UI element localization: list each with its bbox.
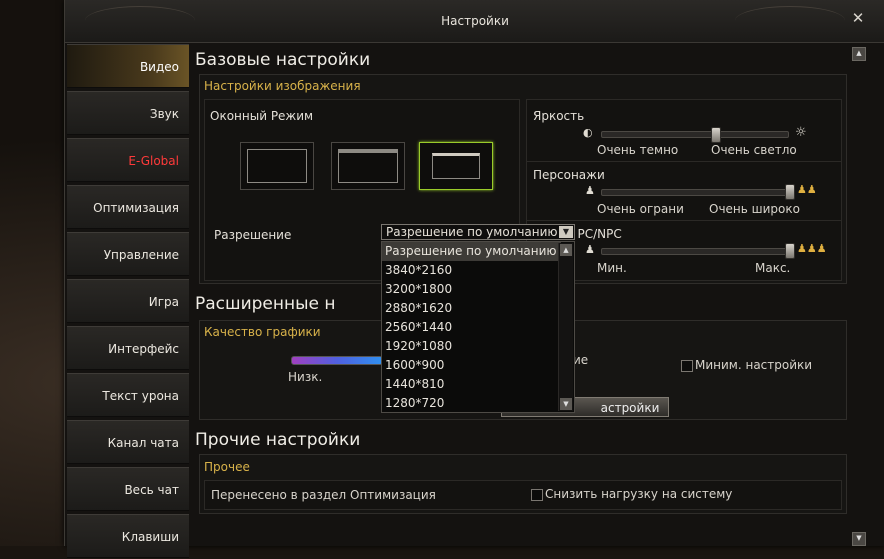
quality-slider[interactable] [291, 356, 383, 365]
quality-low-label: Низк. [288, 370, 323, 384]
brightness-slider[interactable] [601, 131, 789, 138]
tab-sound[interactable]: Звук [67, 91, 189, 135]
tab-interface[interactable]: Интерфейс [67, 326, 189, 370]
advanced-settings-title: Расширенные н [195, 294, 336, 314]
tab-keys[interactable]: Клавиши [67, 514, 189, 558]
fullscreen-mode-button[interactable] [240, 142, 314, 190]
scroll-down-icon[interactable]: ▼ [560, 398, 572, 410]
other-group-label: Прочее [204, 460, 250, 474]
settings-window: Настройки ✕ Видео Звук E-Global Оптимиза… [64, 0, 884, 558]
crowd-icon: ♟♟♟ [797, 242, 827, 255]
other-group: Прочее Перенесено в раздел Оптимизация С… [199, 454, 847, 514]
tab-all-chat[interactable]: Весь чат [67, 467, 189, 511]
other-row: Перенесено в раздел Оптимизация Снизить … [204, 480, 842, 510]
chevron-down-icon[interactable]: ▼ [559, 226, 573, 238]
custom-quality-label: ие [573, 353, 589, 367]
person-small-icon: ♟ [585, 184, 595, 197]
tab-optimization[interactable]: Оптимизация [67, 185, 189, 229]
characters-slider[interactable] [601, 189, 793, 196]
other-settings-title: Прочие настройки [195, 430, 361, 450]
windowed-fullscreen-mode-button[interactable] [331, 142, 405, 190]
tab-game[interactable]: Игра [67, 279, 189, 323]
resolution-option-1600[interactable]: 1600*900 [382, 356, 561, 375]
resolution-option-1920[interactable]: 1920*1080 [382, 337, 561, 356]
limit-max-label: Макс. [755, 261, 791, 275]
fullscreen-mode-icon [247, 149, 307, 183]
resolution-select[interactable]: Разрешение по умолчанию ▼ [381, 224, 575, 240]
brightness-min-label: Очень темно [597, 143, 679, 157]
windowed-fullscreen-icon [338, 149, 398, 183]
tab-chat-channel[interactable]: Канал чата [67, 420, 189, 464]
brightness-max-label: Очень светло [711, 143, 797, 157]
detailed-settings-button-label: астройки [600, 401, 660, 415]
dropdown-scrollbar[interactable]: ▲ ▼ [558, 243, 573, 411]
title-bar: Настройки ✕ [65, 0, 884, 43]
slider-divider [527, 220, 841, 221]
settings-content: ▲ ▼ Базовые настройки Настройки изображе… [191, 44, 866, 546]
tab-controls[interactable]: Управление [67, 232, 189, 276]
tab-e-global[interactable]: E-Global [67, 138, 189, 182]
characters-slider-handle[interactable] [785, 184, 795, 200]
resolution-option-2560[interactable]: 2560*1440 [382, 318, 561, 337]
tab-video[interactable]: Видео [67, 44, 189, 88]
resolution-option-default[interactable]: Разрешение по умолчанию [382, 242, 561, 261]
scroll-down-arrow[interactable]: ▼ [852, 532, 866, 546]
graphics-quality-label: Качество графики [204, 325, 321, 339]
resolution-option-2880[interactable]: 2880*1620 [382, 299, 561, 318]
resolution-option-1440[interactable]: 1440*810 [382, 375, 561, 394]
windowed-mode-icon [432, 153, 480, 179]
brightness-high-icon: ☼ [795, 125, 807, 140]
resolution-option-3200[interactable]: 3200*1800 [382, 280, 561, 299]
sidebar: Видео Звук E-Global Оптимизация Управлен… [67, 44, 189, 558]
resolution-label: Разрешение [214, 228, 292, 242]
person-small-icon: ♟ [585, 243, 595, 256]
resolution-option-3840[interactable]: 3840*2160 [382, 261, 561, 280]
brightness-label: Яркость [533, 109, 585, 123]
slider-divider [527, 161, 841, 162]
basic-settings-title: Базовые настройки [195, 50, 371, 70]
characters-max-label: Очень широко [709, 202, 800, 216]
characters-min-label: Очень ограни [597, 202, 684, 216]
resolution-select-value: Разрешение по умолчанию [386, 225, 558, 239]
resolution-dropdown: Разрешение по умолчанию 3840*2160 3200*1… [381, 241, 575, 413]
scroll-up-arrow[interactable]: ▲ [852, 47, 866, 61]
window-mode-label: Оконный Режим [210, 109, 314, 123]
reduce-load-checkbox[interactable] [531, 489, 543, 501]
windowed-mode-button[interactable] [419, 142, 493, 190]
close-icon[interactable]: ✕ [851, 11, 865, 26]
image-settings-label: Настройки изображения [204, 79, 361, 93]
limit-slider-handle[interactable] [785, 243, 795, 259]
brightness-low-icon: ◐ [583, 126, 593, 139]
reduce-load-label: Снизить нагрузку на систему [545, 487, 733, 501]
moved-to-optimization-text: Перенесено в раздел Оптимизация [211, 488, 436, 502]
tab-damage-text[interactable]: Текст урона [67, 373, 189, 417]
min-settings-label: Миним. настройки [695, 358, 813, 372]
limit-min-label: Мин. [597, 261, 627, 275]
characters-label: Персонажи [533, 168, 605, 182]
scroll-up-icon[interactable]: ▲ [560, 244, 572, 256]
resolution-option-1280[interactable]: 1280*720 [382, 394, 561, 413]
person-group-icon: ♟♟ [797, 183, 817, 196]
title-ornament-left [85, 6, 195, 35]
brightness-slider-handle[interactable] [711, 127, 721, 143]
limit-slider[interactable] [601, 248, 793, 255]
title-ornament-right [735, 6, 845, 35]
min-settings-checkbox[interactable] [681, 360, 693, 372]
window-title: Настройки [441, 14, 509, 28]
